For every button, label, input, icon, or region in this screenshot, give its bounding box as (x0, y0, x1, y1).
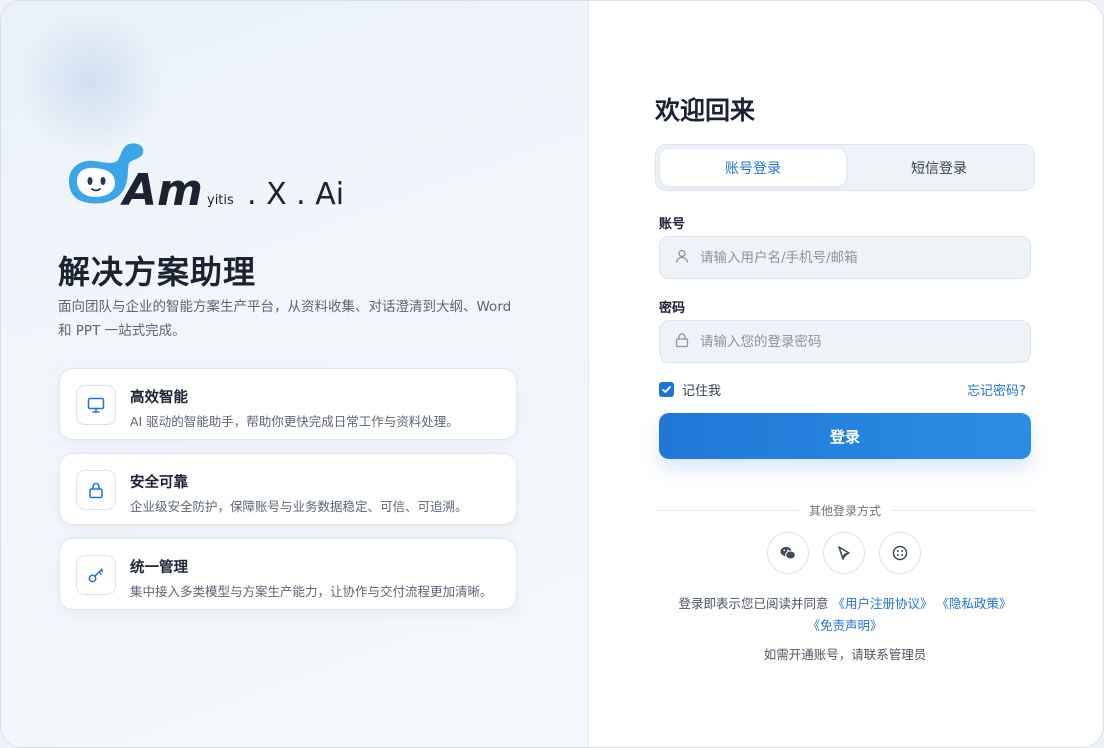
login-panel: 欢迎回来 账号登录 短信登录 账号 密码 记住我 忘记密码? 登录 (589, 1, 1103, 747)
feature-desc: 企业级安全防护，保障账号与业务数据稳定、可信、可追溯。 (130, 499, 468, 514)
divider-line (655, 509, 799, 511)
decorative-glow (11, 11, 171, 151)
brand-panel: Am yitis . X . Ai 解决方案助理 面向团队与企业的智能方案生产平… (1, 1, 589, 747)
welcome-heading: 欢迎回来 (655, 96, 756, 125)
disclaimer-link[interactable]: 《免责声明》 (807, 618, 882, 633)
brand-logo: Am yitis . X . Ai (69, 143, 344, 211)
password-field (659, 320, 1031, 363)
feishu-login-button[interactable] (823, 532, 865, 574)
remember-me[interactable]: 记住我 (659, 380, 721, 399)
password-label: 密码 (659, 301, 686, 316)
tab-account-login[interactable]: 账号登录 (660, 149, 846, 186)
feature-title: 高效智能 (130, 390, 188, 406)
agreement-prefix: 登录即表示您已阅读并同意 (678, 596, 829, 611)
lock-icon (76, 470, 116, 510)
feature-title: 统一管理 (130, 560, 188, 576)
remember-checkbox[interactable] (659, 382, 674, 397)
remember-label: 记住我 (682, 384, 722, 399)
logo-text: Am (120, 165, 203, 211)
logo-small-text: yitis (207, 193, 234, 208)
tab-sms-login[interactable]: 短信登录 (846, 149, 1032, 186)
user-icon (674, 248, 690, 268)
feature-title: 安全可靠 (130, 475, 188, 491)
monitor-icon (76, 385, 116, 425)
feature-card-secure: 安全可靠 企业级安全防护，保障账号与业务数据稳定、可信、可追溯。 (59, 453, 517, 525)
page-title: 解决方案助理 (58, 253, 257, 291)
account-label: 账号 (659, 217, 686, 232)
password-input[interactable] (700, 333, 1000, 350)
other-login-divider: 其他登录方式 (655, 502, 1036, 518)
feature-desc: AI 驱动的智能助手，帮助你更快完成日常工作与资料处理。 (130, 414, 459, 429)
other-login-label: 其他登录方式 (809, 503, 882, 518)
feature-desc: 集中接入多类模型与方案生产能力，让协作与交付流程更加清晰。 (130, 584, 493, 599)
wechat-login-button[interactable] (767, 532, 809, 574)
privacy-policy-link[interactable]: 《隐私政策》 (936, 596, 1011, 611)
account-input[interactable] (700, 249, 1000, 266)
user-agreement-link[interactable]: 《用户注册协议》 (832, 596, 932, 611)
dingtalk-login-button[interactable] (879, 532, 921, 574)
lock-icon (674, 332, 690, 352)
login-tabs: 账号登录 短信登录 (655, 144, 1035, 191)
wechat-icon (780, 546, 796, 560)
divider-line (891, 509, 1036, 511)
feature-card-efficient: 高效智能 AI 驱动的智能助手，帮助你更快完成日常工作与资料处理。 (59, 368, 517, 440)
contact-admin-note: 如需开通账号，请联系管理员 (763, 647, 927, 662)
key-icon (76, 555, 116, 595)
agreement-text: 登录即表示您已阅读并同意 《用户注册协议》 《隐私政策》 《免责声明》 (655, 593, 1035, 637)
logo-suffix-text: . X . Ai (247, 177, 344, 211)
feature-card-management: 统一管理 集中接入多类模型与方案生产能力，让协作与交付流程更加清晰。 (59, 538, 517, 610)
feishu-icon (838, 546, 850, 560)
login-window: Am yitis . X . Ai 解决方案助理 面向团队与企业的智能方案生产平… (0, 0, 1104, 748)
forgot-password-link[interactable]: 忘记密码? (967, 380, 1026, 399)
brand-description: 面向团队与企业的智能方案生产平台，从资料收集、对话澄清到大纲、Word 和 PP… (58, 299, 512, 339)
dingtalk-icon (892, 545, 908, 561)
account-field (659, 236, 1031, 279)
login-button[interactable]: 登录 (659, 413, 1031, 459)
